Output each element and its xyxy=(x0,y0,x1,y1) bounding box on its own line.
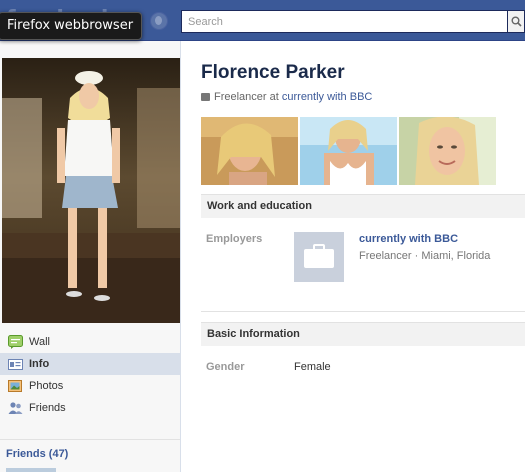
nav-item-photos[interactable]: Photos xyxy=(0,375,180,397)
work-education-header: Work and education xyxy=(201,194,525,218)
profile-photo-thumb[interactable] xyxy=(201,117,298,185)
briefcase-icon xyxy=(304,244,334,268)
nav-label-info: Info xyxy=(29,358,50,370)
employer-name-link[interactable]: currently with BBC xyxy=(359,233,458,245)
friend-thumbnail[interactable] xyxy=(6,468,56,472)
gender-label: Gender xyxy=(206,361,245,373)
briefcase-icon xyxy=(201,93,210,101)
photos-icon xyxy=(8,380,22,392)
search-box[interactable] xyxy=(181,10,508,33)
tagline-employer-link[interactable]: currently with BBC xyxy=(282,91,372,103)
info-icon xyxy=(8,359,23,370)
search-button[interactable] xyxy=(508,10,525,33)
nav-item-info[interactable]: Info xyxy=(0,353,180,375)
search-icon xyxy=(511,16,522,27)
tagline-prefix: Freelancer at xyxy=(214,91,279,103)
basic-info-header: Basic Information xyxy=(201,322,525,346)
nav-label-wall: Wall xyxy=(29,336,50,348)
profile-photo-thumb[interactable] xyxy=(399,117,496,185)
nav-label-photos: Photos xyxy=(29,380,64,392)
employer-logo[interactable] xyxy=(294,232,344,282)
notifications-globe-icon[interactable] xyxy=(150,12,168,30)
section-divider xyxy=(201,311,525,312)
profile-tagline: Freelancer at currently with BBC xyxy=(201,91,372,103)
gender-value: Female xyxy=(294,361,331,373)
wall-icon xyxy=(8,335,23,349)
photo-strip xyxy=(201,117,525,185)
profile-name: Florence Parker xyxy=(201,62,345,83)
nav-item-wall[interactable]: Wall xyxy=(0,331,180,353)
friends-count-link[interactable]: Friends (47) xyxy=(6,448,68,460)
nav-label-friends: Friends xyxy=(29,402,66,414)
profile-nav: Wall Info Photos Friends xyxy=(0,331,180,419)
browser-tooltip: Firefox webbrowser xyxy=(0,12,143,40)
profile-picture[interactable] xyxy=(2,58,180,323)
left-sidebar: Wall Info Photos Friends Friends (47) xyxy=(0,41,181,472)
nav-item-friends[interactable]: Friends xyxy=(0,397,180,419)
friends-icon xyxy=(8,402,23,414)
employer-detail: Freelancer · Miami, Florida xyxy=(359,250,491,262)
friends-divider xyxy=(0,439,180,440)
main-content: Florence Parker Freelancer at currently … xyxy=(181,41,525,472)
profile-photo-thumb[interactable] xyxy=(300,117,397,185)
employers-label: Employers xyxy=(206,233,263,245)
search-input[interactable] xyxy=(182,11,507,32)
